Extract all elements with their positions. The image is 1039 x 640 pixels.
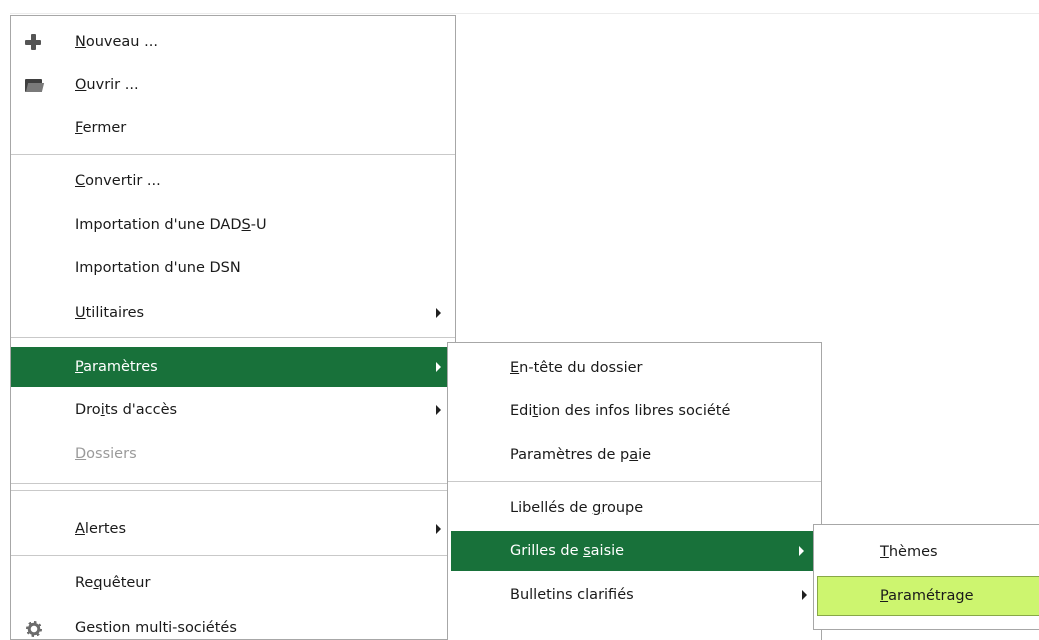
menu-separator	[11, 555, 455, 556]
submenu-arrow-icon	[436, 362, 441, 372]
menu-item-import-dads-u[interactable]: Importation d'une DADS-U	[11, 205, 455, 245]
menu-item-nouveau[interactable]: Nouveau ...	[11, 22, 455, 62]
window-top-edge	[10, 13, 1039, 14]
menu-item-gestion-multi-societes[interactable]: Gestion multi-sociétés	[11, 608, 455, 639]
plus-icon	[25, 34, 43, 52]
menu-item-label: Convertir ...	[75, 173, 161, 189]
menu-item-bulletins-clarifies[interactable]: Bulletins clarifiés	[448, 575, 821, 615]
submenu-arrow-icon	[436, 405, 441, 415]
menu-item-label: Bulletins clarifiés	[510, 587, 634, 603]
menu-separator	[11, 490, 455, 491]
grilles-saisie-submenu: Thèmes Paramétrage	[813, 524, 1039, 630]
menu-separator	[11, 337, 455, 338]
menu-item-parametrage[interactable]: Paramétrage	[817, 576, 1039, 616]
menu-item-convertir[interactable]: Convertir ...	[11, 161, 455, 201]
menu-item-label: Gestion multi-sociétés	[75, 620, 237, 636]
menu-item-ouvrir[interactable]: Ouvrir ...	[11, 65, 455, 105]
menu-item-fermer[interactable]: Fermer	[11, 108, 455, 148]
menu-item-label: Importation d'une DADS-U	[75, 217, 267, 233]
menu-item-label: En-tête du dossier	[510, 360, 643, 376]
submenu-arrow-icon	[802, 590, 807, 600]
menu-item-label: Paramètres	[75, 359, 158, 375]
menu-item-edition-infos-libres[interactable]: Edition des infos libres société	[448, 391, 821, 431]
parametres-submenu: En-tête du dossier Edition des infos lib…	[447, 342, 822, 640]
submenu-arrow-icon	[436, 308, 441, 318]
menu-item-label: Utilitaires	[75, 305, 145, 321]
menu-item-label: Ouvrir ...	[75, 77, 139, 93]
menu-item-themes[interactable]: Thèmes	[814, 532, 1039, 572]
menu-item-label: Grilles de saisie	[510, 543, 625, 559]
menu-item-dossiers: Dossiers	[11, 434, 455, 474]
menu-item-label: Fermer	[75, 120, 127, 136]
menu-item-import-dsn[interactable]: Importation d'une DSN	[11, 248, 455, 288]
menu-item-label: Requêteur	[75, 575, 151, 591]
menu-item-utilitaires[interactable]: Utilitaires	[11, 293, 455, 333]
folder-open-icon	[25, 77, 45, 95]
submenu-arrow-icon	[799, 546, 804, 556]
menu-item-label: Droits d'accès	[75, 402, 178, 418]
menu-separator	[448, 481, 821, 482]
menu-item-label: Paramètres de paie	[510, 447, 652, 463]
menu-separator	[11, 154, 455, 155]
menu-item-libelles-groupe[interactable]: Libellés de groupe	[448, 488, 821, 528]
menu-item-alertes[interactable]: Alertes	[11, 509, 455, 549]
gear-icon	[25, 620, 43, 638]
menu-item-parametres-paie[interactable]: Paramètres de paie	[448, 435, 821, 475]
menu-item-en-tete-dossier[interactable]: En-tête du dossier	[448, 348, 821, 388]
submenu-arrow-icon	[436, 524, 441, 534]
menu-separator	[11, 483, 455, 484]
menu-item-label: Libellés de groupe	[510, 500, 644, 516]
menu-item-label: Nouveau ...	[75, 34, 158, 50]
menu-item-label: Edition des infos libres société	[510, 403, 731, 419]
menu-item-droits-acces[interactable]: Droits d'accès	[11, 390, 455, 430]
menu-item-label: Importation d'une DSN	[75, 260, 241, 276]
menu-item-label: Alertes	[75, 521, 126, 537]
menu-item-parametres[interactable]: Paramètres	[11, 347, 455, 387]
menu-item-label: Paramétrage	[880, 588, 974, 604]
menu-item-grilles-saisie[interactable]: Grilles de saisie	[451, 531, 818, 571]
menu-item-label: Thèmes	[880, 544, 938, 560]
menu-item-label: Dossiers	[75, 446, 137, 462]
file-menu: Nouveau ... Ouvrir ... Fermer Convertir …	[10, 15, 456, 640]
menu-item-requeteur[interactable]: Requêteur	[11, 563, 455, 603]
